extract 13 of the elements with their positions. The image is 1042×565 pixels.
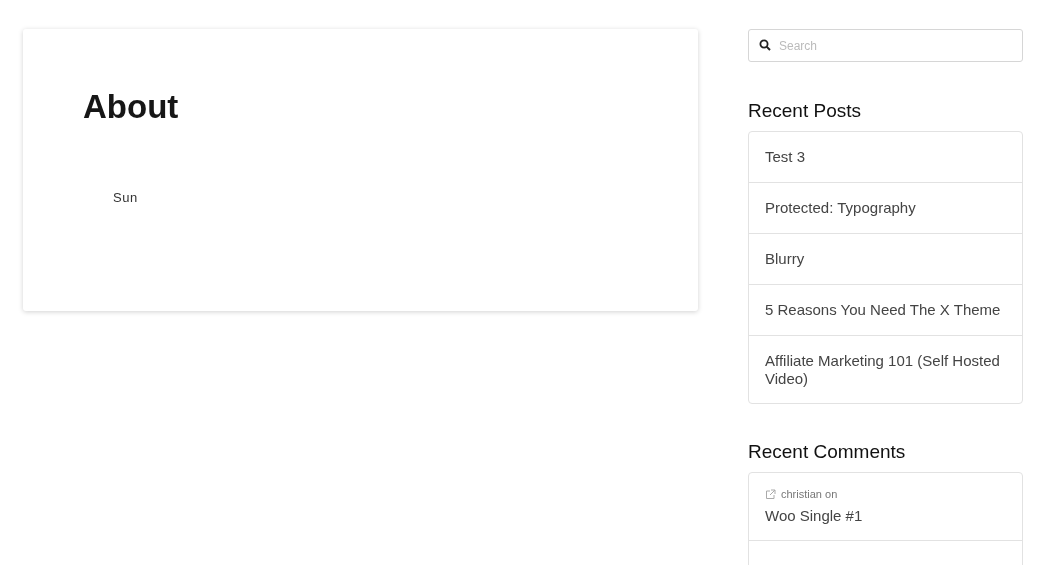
- comment-author: christian on: [781, 488, 838, 500]
- post-link[interactable]: 5 Reasons You Need The X Theme: [749, 284, 1022, 335]
- widget-heading: Recent Comments: [748, 441, 907, 463]
- post-link[interactable]: Test 3: [749, 132, 1022, 182]
- comment-post-link[interactable]: Woo Single #1: [765, 507, 1006, 524]
- post-link[interactable]: Blurry: [749, 233, 1022, 284]
- post-link[interactable]: Affiliate Marketing 101 (Self Hosted Video): [749, 335, 1022, 403]
- search-field[interactable]: Search: [748, 29, 1023, 62]
- body-text: Sun: [113, 190, 139, 205]
- external-link-icon: [765, 488, 776, 500]
- post-link[interactable]: Protected: Typography: [749, 182, 1022, 233]
- page-title: About: [83, 87, 180, 127]
- widget-heading: Recent Posts: [748, 100, 862, 122]
